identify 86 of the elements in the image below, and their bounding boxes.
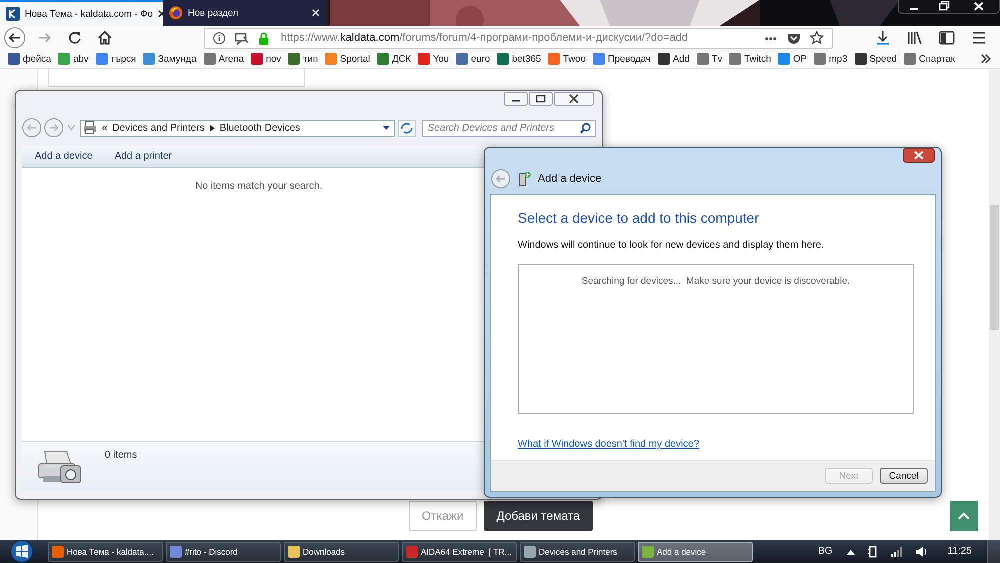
chevrons-icon[interactable] [980,53,992,65]
bookmark[interactable]: ДСК [377,53,412,65]
bookmark[interactable]: Arena [204,53,244,65]
taskbar-button[interactable]: #rito - Discord [166,542,281,562]
scrollbar-thumb[interactable] [990,205,999,330]
submit-button[interactable]: Добави темата [484,501,594,531]
download-icon[interactable] [874,29,892,47]
maximize-button[interactable] [529,92,553,106]
close-icon[interactable] [158,10,166,18]
taskbar-button[interactable]: AIDA64 Extreme [ TR... [402,542,517,562]
bookmark[interactable]: Twoo [548,53,586,65]
command-button[interactable]: Add a device [35,151,93,162]
empty-message: No items match your search. [194,181,324,192]
library-icon[interactable] [906,29,924,47]
lock-icon [258,32,270,44]
minimize-button[interactable] [504,92,528,106]
address-bar[interactable]: « Devices and Printers Bluetooth Devices [80,120,395,136]
close-button[interactable] [554,92,594,106]
chevron-right-icon [210,124,215,132]
breadcrumb[interactable]: Devices and Printers [112,122,205,134]
arrow-up-icon[interactable] [846,548,855,554]
breadcrumb[interactable]: Bluetooth Devices [220,122,300,134]
site-icon [6,7,20,21]
speaker-icon[interactable] [916,546,928,556]
bookmark[interactable]: Add [658,53,690,65]
search-field[interactable]: Search Devices and Printers [422,120,596,136]
bookmark[interactable]: Twitch [729,53,772,65]
device-list[interactable]: Searching for devices... Make sure your device is discoverable. [518,264,914,414]
clock[interactable]: 11:25 [948,546,972,557]
refresh-button[interactable] [398,120,416,136]
tab-title: Нов раздел [188,8,240,18]
bookmark[interactable]: Sportal [325,53,370,65]
url-text: https://www.kaldata.com/forums/forum/4-програми-проблеми-и-дискусии/?do=add [281,32,688,44]
taskbar-button[interactable]: Devices and Printers [520,542,635,562]
search-icon [580,122,591,134]
browser-tab[interactable]: Нов раздел [163,0,326,26]
bookmark[interactable]: Speed [854,53,898,65]
form-field[interactable] [48,69,305,87]
printer-icon [83,121,97,135]
help-link[interactable]: What if Windows doesn't find my device? [518,439,700,450]
close-button[interactable] [903,148,935,163]
command-button[interactable]: Add a printer [114,151,172,162]
bookmark[interactable]: nov [251,53,282,65]
bookmark[interactable]: тип [288,53,318,65]
description-text: Windows will continue to look for new devices and display them here. [518,240,826,251]
taskbar-button[interactable]: Downloads [284,542,399,562]
sidebar-icon[interactable] [938,29,956,47]
bookmark[interactable]: euro [456,53,490,65]
home-icon[interactable] [96,29,114,47]
bookmark[interactable]: Спартак [904,53,956,65]
dropdown-icon[interactable] [382,126,390,130]
taskbar-button[interactable]: Нова Тема - kaldata.... [48,542,163,562]
menu-icon[interactable] [970,29,988,47]
browser-logo-icon [169,6,183,20]
bookmark[interactable]: abv [58,53,89,65]
bookmark[interactable]: търся [96,53,136,65]
scrollbar[interactable] [989,69,1000,540]
bookmark[interactable]: Замунда [143,53,197,65]
bookmark[interactable]: OP [778,53,808,65]
chevron-up-icon [958,512,970,520]
pocket-icon[interactable] [787,32,801,44]
back-button[interactable] [4,27,26,49]
bookmark[interactable]: фейса [8,53,52,65]
star-icon[interactable] [810,31,824,45]
tab-title: Нова Тема - kaldata.com - Фо [25,8,153,20]
breadcrumb-overflow[interactable]: « [102,122,108,134]
device-icon[interactable] [868,546,878,558]
dialog-heading: Select a device to add to this computer [518,210,760,226]
bookmark[interactable]: Преводач [593,53,651,65]
address-field[interactable]: https://www.kaldata.com/forums/forum/4-програми-проблеми-и-дискусии/?do=add [204,28,833,48]
cancel-button[interactable]: Cancel [880,468,928,484]
signal-icon[interactable] [890,546,903,556]
permissions-icon [235,32,249,44]
device-add-icon [518,171,532,187]
bookmark[interactable]: bet365 [497,53,542,65]
taskbar-button[interactable]: Add a device [638,542,753,562]
dialog-title: Add a device [538,173,602,185]
info-icon [213,32,226,44]
bookmark[interactable]: mp3 [814,53,848,65]
scroll-top-button[interactable] [950,501,978,531]
item-count: 0 items [105,450,138,461]
bookmark[interactable]: You [418,53,450,65]
browser-tab[interactable]: Нова Тема - kaldata.com - Фо [0,0,163,26]
language-indicator[interactable]: BG [818,546,833,557]
bookmark[interactable]: Tv [696,53,722,65]
status-message: Searching for devices... Make sure your device is discoverable. [580,276,852,287]
